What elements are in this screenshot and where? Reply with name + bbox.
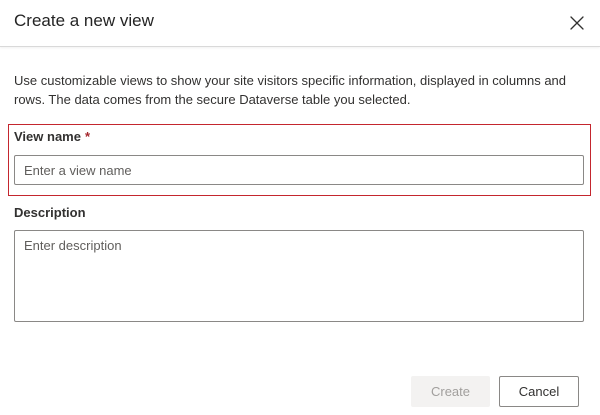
required-marker: *: [84, 129, 91, 144]
view-name-label: View name *: [14, 129, 90, 144]
dialog-header: Create a new view: [0, 0, 600, 47]
dialog-title: Create a new view: [14, 11, 154, 30]
cancel-button[interactable]: Cancel: [499, 376, 579, 407]
close-icon: [570, 16, 584, 30]
description-input[interactable]: [14, 230, 584, 322]
view-name-input[interactable]: [14, 155, 584, 185]
dialog-intro-text: Use customizable views to show your site…: [14, 73, 567, 107]
close-button[interactable]: [566, 12, 588, 34]
create-button[interactable]: Create: [411, 376, 490, 407]
view-name-label-text: View name: [14, 129, 81, 144]
create-view-dialog: Create a new view Use customizable views…: [0, 0, 600, 415]
description-label: Description: [14, 205, 86, 220]
